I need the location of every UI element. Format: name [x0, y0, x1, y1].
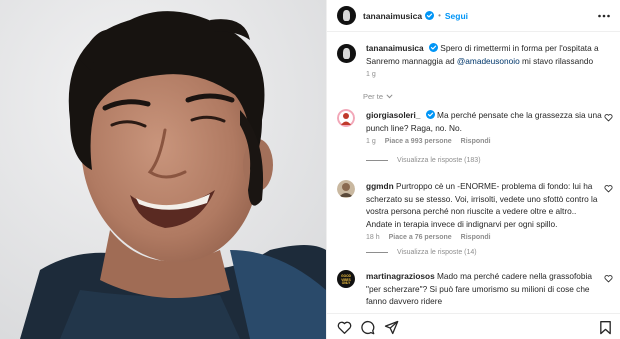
comment-time: 1 g: [366, 138, 376, 145]
post-panel: tananaimusica • Segui tananaimusica Sper…: [326, 0, 620, 339]
comment-meta: 18 h Piace a 76 persone Rispondi: [366, 234, 613, 241]
comment-username[interactable]: martinagraziosos: [366, 271, 435, 281]
comment-username[interactable]: giorgiasoleri_: [366, 110, 420, 120]
comment-likes[interactable]: Piace a 993 persone: [385, 138, 452, 145]
more-horizontal-icon[interactable]: [597, 9, 611, 23]
comment-text: martinagraziosos Mado ma perché cadere n…: [366, 270, 602, 308]
portrait-photo: [0, 0, 326, 339]
author-username[interactable]: tananaimusica: [363, 11, 422, 21]
comment-icon[interactable]: [360, 320, 375, 335]
view-replies-button[interactable]: Visualizza le risposte (183): [366, 157, 481, 164]
view-replies-label: Visualizza le risposte (14): [397, 249, 477, 256]
verified-badge-icon: [428, 43, 438, 52]
caption-text: tananaimusica Spero di rimettermi in for…: [366, 42, 613, 67]
comment-text: ggmdn Purtroppo cè un -ENORME- problema …: [366, 180, 602, 230]
heart-icon[interactable]: [604, 274, 613, 283]
post-header: tananaimusica • Segui: [327, 0, 620, 32]
commenter-avatar-text: GOOD VIBES ONLY: [341, 274, 351, 286]
heart-icon[interactable]: [337, 320, 352, 335]
comment-body: Purtroppo cè un -ENORME- problema di fon…: [366, 181, 598, 229]
caption-username[interactable]: tananaimusica: [366, 43, 424, 53]
bookmark-icon[interactable]: [598, 320, 613, 335]
replies-divider: [366, 252, 388, 253]
share-icon[interactable]: [384, 320, 399, 335]
reply-button[interactable]: Rispondi: [461, 234, 491, 241]
chevron-down-icon: [386, 94, 393, 99]
comments-filter-label: Per te: [363, 92, 384, 101]
comment-text: giorgiasoleri_ Ma perché pensate che la …: [366, 109, 602, 134]
post-caption: tananaimusica Spero di rimettermi in for…: [337, 42, 613, 78]
commenter-avatar[interactable]: GOOD VIBES ONLY: [337, 270, 355, 288]
commenter-avatar[interactable]: [337, 109, 355, 127]
post-photo[interactable]: [0, 0, 326, 339]
caption-mention[interactable]: @amadeusonoio: [457, 56, 520, 66]
replies-divider: [366, 160, 388, 161]
caption-time: 1 g: [366, 71, 376, 78]
reply-button[interactable]: Rispondi: [461, 138, 491, 145]
caption-avatar[interactable]: [337, 44, 356, 63]
comment-item: GOOD VIBES ONLY martinagraziosos Mado ma…: [337, 270, 613, 308]
header-separator: •: [438, 11, 441, 20]
commenter-avatar-image: [337, 109, 355, 127]
post-actions-bar: [327, 313, 620, 339]
author-avatar[interactable]: [337, 6, 356, 25]
heart-icon[interactable]: [604, 184, 613, 193]
comment-meta: 1 g Piace a 993 persone Rispondi: [366, 138, 613, 145]
comment-item: ggmdn Purtroppo cè un -ENORME- problema …: [337, 180, 613, 241]
view-replies-label: Visualizza le risposte (183): [397, 157, 481, 164]
view-replies-button[interactable]: Visualizza le risposte (14): [366, 249, 477, 256]
verified-badge-icon: [425, 11, 435, 20]
comment-username[interactable]: ggmdn: [366, 181, 394, 191]
verified-badge-icon: [425, 110, 435, 119]
comment-item: giorgiasoleri_ Ma perché pensate che la …: [337, 109, 613, 145]
comment-time: 18 h: [366, 234, 380, 241]
caption-body-end: mi stavo rilassando: [519, 55, 594, 66]
comments-filter[interactable]: Per te: [363, 92, 393, 101]
follow-button[interactable]: Segui: [445, 11, 468, 21]
commenter-avatar[interactable]: [337, 180, 355, 198]
comment-likes[interactable]: Piace a 76 persone: [389, 234, 452, 241]
commenter-avatar-image: [337, 180, 355, 198]
heart-icon[interactable]: [604, 113, 613, 122]
